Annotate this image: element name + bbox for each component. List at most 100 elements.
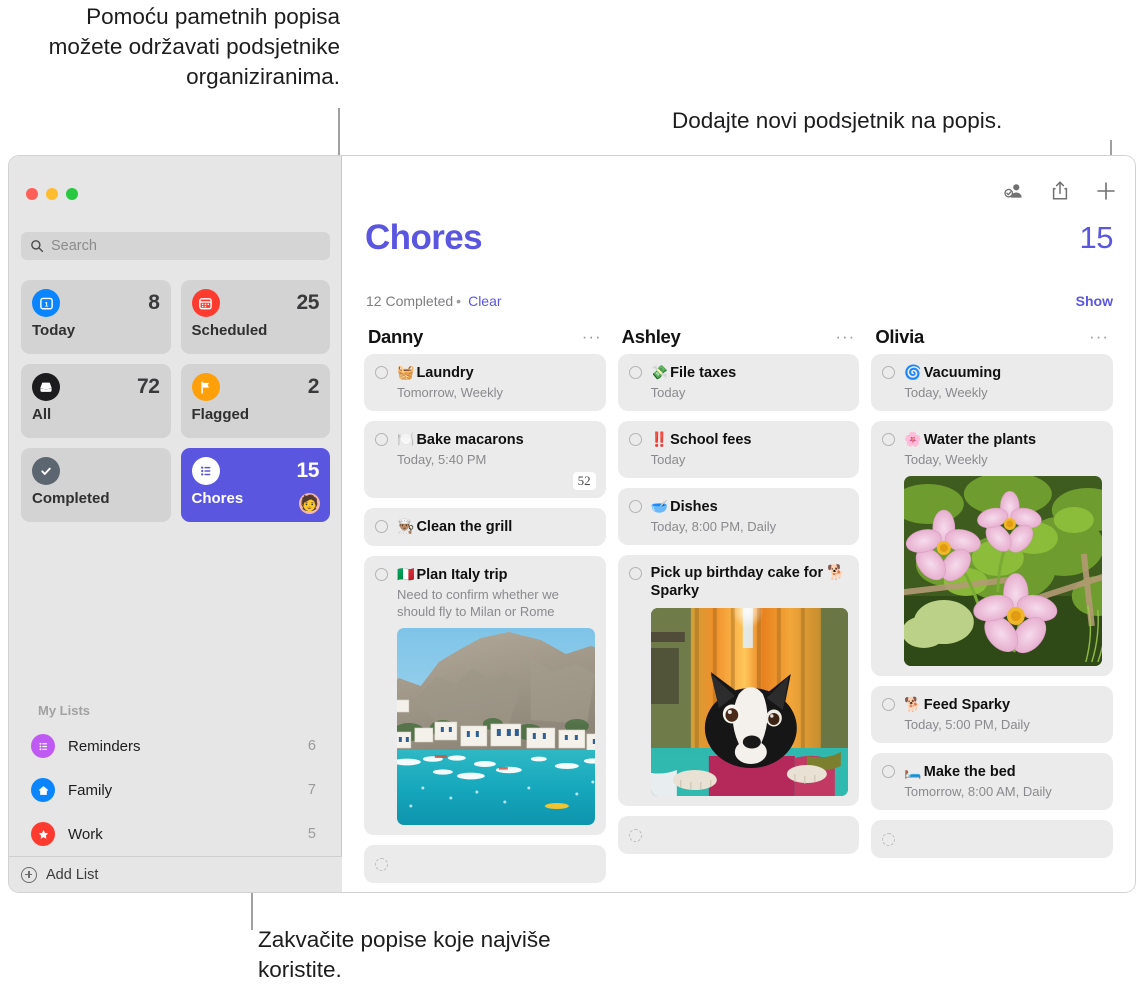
- smart-list-count: 72: [136, 375, 160, 398]
- reminder-item[interactable]: 🧺 Laundry Tomorrow, Weekly: [364, 354, 606, 411]
- sidebar-item-family[interactable]: Family 7: [21, 768, 330, 812]
- smart-list-scheduled[interactable]: 25 Scheduled: [180, 280, 330, 354]
- smart-list-all[interactable]: 72 All: [21, 364, 171, 438]
- reminder-item[interactable]: 🍽️ Bake macarons Today, 5:40 PM 52: [364, 421, 606, 498]
- reminder-title: Pick up birthday cake for 🐕 Sparky: [650, 565, 846, 599]
- clear-button[interactable]: Clear: [468, 293, 501, 309]
- sidebar: Search 1 8 Today 25 Scheduled 72 All 2 F…: [9, 156, 342, 892]
- new-reminder-placeholder[interactable]: [617, 816, 860, 854]
- complete-checkbox[interactable]: [628, 500, 642, 513]
- reminder-title: 💸 File taxes: [650, 364, 737, 381]
- complete-checkbox[interactable]: [375, 568, 388, 581]
- complete-checkbox[interactable]: [882, 366, 896, 379]
- column-title: Olivia: [875, 326, 924, 347]
- complete-checkbox[interactable]: [882, 765, 896, 778]
- reminder-item[interactable]: 🛏️ Make the bed Tomorrow, 8:00 AM, Daily: [871, 753, 1114, 810]
- page-title: Chores: [365, 218, 483, 257]
- complete-checkbox[interactable]: [628, 433, 642, 446]
- reminder-subtitle: Today: [650, 452, 686, 467]
- italy-coast-photo[interactable]: [397, 628, 595, 825]
- smart-list-completed[interactable]: Completed: [21, 448, 171, 522]
- show-completed-button[interactable]: Show: [1076, 293, 1113, 309]
- zoom-button[interactable]: [66, 188, 78, 200]
- flowers-photo[interactable]: [904, 476, 1103, 666]
- calendar-day-icon: 1: [32, 289, 60, 317]
- column-title: Danny: [368, 326, 424, 347]
- complete-checkbox[interactable]: [628, 828, 642, 842]
- reminder-item[interactable]: 🥣 Dishes Today, 8:00 PM, Daily: [617, 488, 860, 545]
- new-reminder-placeholder[interactable]: [871, 820, 1114, 858]
- list-count-total: 15: [1079, 220, 1114, 255]
- list-label: Work: [68, 825, 103, 843]
- new-reminder-placeholder[interactable]: [364, 845, 606, 883]
- reminder-item[interactable]: 🌸 Water the plants Today, Weekly: [871, 421, 1114, 676]
- reminder-title: 🧺 Laundry: [397, 364, 474, 381]
- smart-list-label: Completed: [32, 490, 110, 507]
- reminder-subtitle: Today, 5:40 PM: [397, 452, 487, 467]
- complete-checkbox[interactable]: [375, 433, 388, 446]
- exclamation-emoji-icon: ‼️: [650, 431, 669, 447]
- plate-emoji-icon: 🍽️: [397, 431, 415, 447]
- list-count: 7: [307, 782, 316, 798]
- reminder-item[interactable]: 🌀 Vacuuming Today, Weekly: [871, 354, 1114, 411]
- svg-text:1: 1: [44, 301, 48, 308]
- annotation-top-left: Pomoću pametnih popisa možete održavati …: [48, 4, 340, 89]
- share-icon[interactable]: [1049, 180, 1071, 202]
- add-reminder-icon[interactable]: [1095, 180, 1117, 202]
- column-header: Olivia ···: [871, 320, 1113, 354]
- bowl-emoji-icon: 🥣: [650, 498, 669, 514]
- bed-emoji-icon: 🛏️: [904, 763, 922, 779]
- assign-person-icon[interactable]: [1003, 180, 1025, 202]
- reminder-item[interactable]: 🐕 Feed Sparky Today, 5:00 PM, Daily: [871, 686, 1114, 743]
- add-list-button[interactable]: Add List: [9, 856, 342, 892]
- complete-checkbox[interactable]: [375, 857, 388, 871]
- column-ashley: Ashley ··· 💸 File taxes Today ‼️ School …: [612, 320, 866, 892]
- complete-checkbox[interactable]: [882, 433, 896, 446]
- sidebar-item-work[interactable]: Work 5: [21, 812, 330, 856]
- column-menu-icon[interactable]: ···: [835, 328, 855, 345]
- smart-list-flagged[interactable]: 2 Flagged: [180, 364, 330, 438]
- house-icon: [31, 778, 55, 802]
- column-menu-icon[interactable]: ···: [582, 328, 602, 345]
- complete-checkbox[interactable]: [375, 366, 388, 379]
- column-menu-icon[interactable]: ···: [1089, 328, 1109, 345]
- smart-list-today[interactable]: 1 8 Today: [21, 280, 171, 354]
- reminders-window: Search 1 8 Today 25 Scheduled 72 All 2 F…: [8, 155, 1136, 893]
- column-header: Ashley ···: [618, 320, 860, 354]
- reminder-note: Need to confirm whether we should fly to…: [397, 587, 559, 619]
- reminder-title: 👨🏽‍🍳 Clean the grill: [397, 518, 513, 535]
- search-field[interactable]: Search: [21, 232, 330, 260]
- separator: •: [456, 293, 462, 309]
- checkmark-circle-icon: [32, 457, 60, 485]
- reminder-item[interactable]: 💸 File taxes Today: [617, 354, 860, 411]
- toolbar: [1003, 180, 1117, 202]
- reminder-subtitle: Tomorrow, 8:00 AM, Daily: [904, 784, 1052, 799]
- reminder-item[interactable]: ‼️ School fees Today: [617, 421, 860, 478]
- column-title: Ashley: [621, 326, 681, 347]
- complete-checkbox[interactable]: [375, 520, 388, 533]
- reminder-item[interactable]: Pick up birthday cake for 🐕 Sparky: [617, 555, 860, 806]
- complete-checkbox[interactable]: [882, 832, 896, 846]
- reminder-title: 🌀 Vacuuming: [904, 364, 1002, 381]
- smart-list-count: 25: [296, 291, 319, 314]
- dog-photo[interactable]: [650, 608, 849, 796]
- close-button[interactable]: [26, 188, 38, 200]
- list-bullet-icon: [191, 457, 220, 485]
- reminder-badge: 52: [572, 472, 596, 490]
- complete-checkbox[interactable]: [882, 698, 896, 711]
- minimize-button[interactable]: [46, 188, 58, 200]
- reminder-item[interactable]: 👨🏽‍🍳 Clean the grill: [364, 508, 606, 546]
- reminder-subtitle: Today, Weekly: [904, 385, 988, 400]
- plus-circle-icon: [21, 866, 37, 883]
- smart-list-chores[interactable]: 15 Chores 🧑: [180, 448, 330, 522]
- complete-checkbox[interactable]: [628, 567, 642, 580]
- smart-list-label: All: [32, 406, 52, 423]
- list-count: 6: [307, 738, 316, 754]
- reminder-item[interactable]: 🇮🇹 Plan Italy trip Need to confirm whethe…: [364, 556, 606, 835]
- complete-checkbox[interactable]: [628, 366, 642, 379]
- window-controls[interactable]: [26, 188, 78, 200]
- screenshot-root: Pomoću pametnih popisa možete održavati …: [0, 0, 1144, 995]
- sidebar-item-reminders[interactable]: Reminders 6: [21, 724, 330, 768]
- list-label: Family: [68, 781, 113, 799]
- column-danny: Danny ··· 🧺 Laundry Tomorrow, Weekly 🍽️ …: [358, 320, 612, 892]
